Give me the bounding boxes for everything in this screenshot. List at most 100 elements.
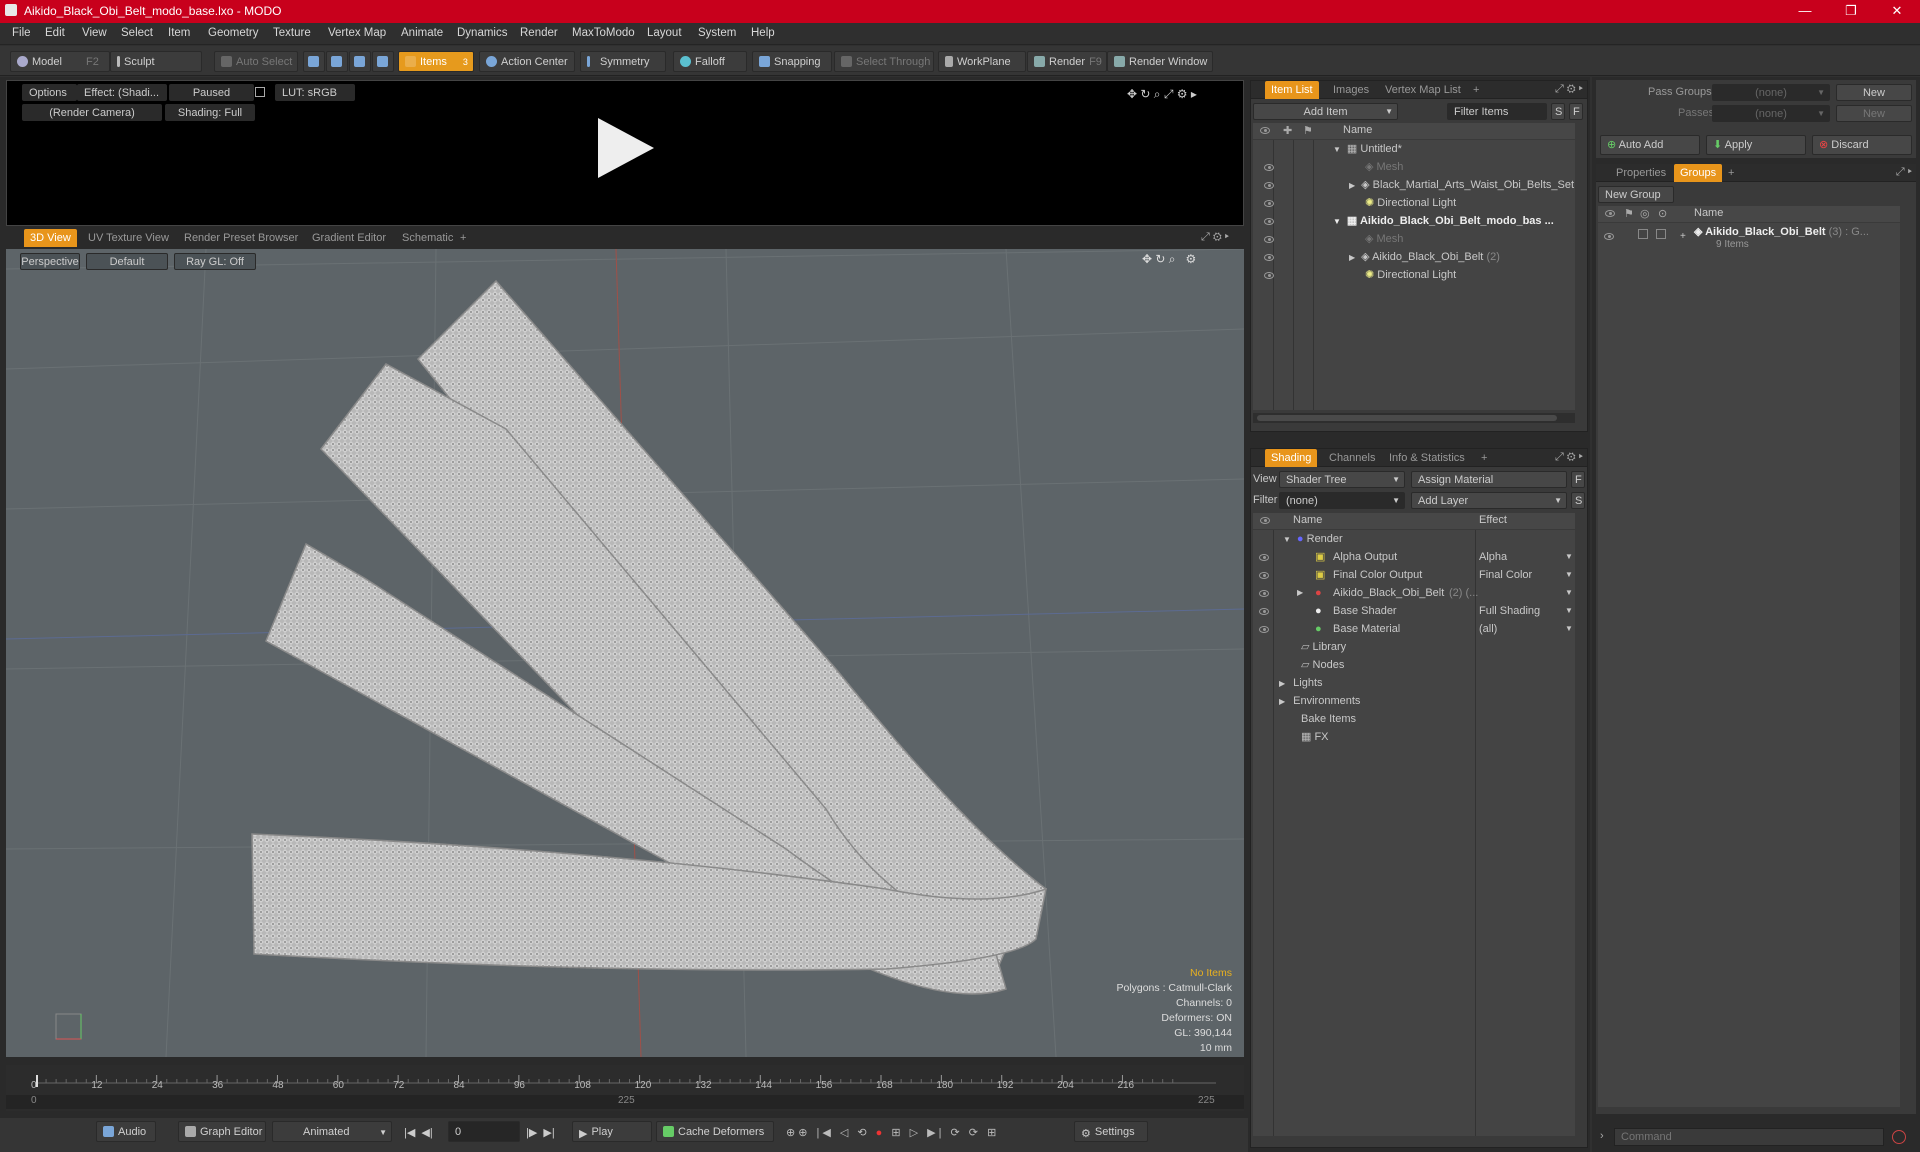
shader-row-aikido-belt[interactable]: ▶ ● Aikido_Black_Obi_Belt (2) (... ▼ bbox=[1253, 584, 1575, 602]
tree-row-untitled[interactable]: ▼ ▦ Untitled* bbox=[1333, 140, 1402, 158]
vertices-mode-button[interactable] bbox=[303, 51, 325, 72]
menu-dynamics[interactable]: Dynamics bbox=[457, 27, 507, 39]
graph-editor-button[interactable]: Graph Editor bbox=[178, 1121, 266, 1142]
menu-file[interactable]: File bbox=[12, 27, 31, 39]
menu-animate[interactable]: Animate bbox=[401, 27, 443, 39]
add-tab-button[interactable]: + bbox=[1722, 164, 1740, 182]
tree-row-directional-light[interactable]: ✺ Directional Light bbox=[1264, 194, 1456, 212]
edges-mode-button[interactable] bbox=[326, 51, 348, 72]
materials-mode-button[interactable] bbox=[372, 51, 394, 72]
shading-dropdown[interactable]: Shading: Full bbox=[165, 104, 255, 121]
preview-effect-dropdown[interactable]: Effect: (Shadi... bbox=[77, 84, 167, 101]
command-history-icon[interactable] bbox=[1892, 1130, 1906, 1144]
settings-button[interactable]: ⚙ Settings bbox=[1074, 1121, 1148, 1142]
menu-select[interactable]: Select bbox=[121, 27, 153, 39]
menu-layout[interactable]: Layout bbox=[647, 27, 682, 39]
tab-images[interactable]: Images bbox=[1327, 81, 1375, 99]
item-tree[interactable]: ▼ ▦ Untitled* ◈ Mesh ▶ ◈ Black_Martial_Art… bbox=[1253, 140, 1575, 410]
visibility-icon[interactable] bbox=[1259, 554, 1269, 561]
tree-row-mesh[interactable]: ◈ Mesh bbox=[1264, 158, 1403, 176]
next-key-icons[interactable]: |▶ ▶| bbox=[526, 1126, 555, 1139]
visibility-icon[interactable] bbox=[1604, 233, 1614, 240]
audio-button[interactable]: Audio bbox=[96, 1121, 156, 1142]
cache-deformers-button[interactable]: Cache Deformers bbox=[656, 1121, 774, 1142]
add-layer-s-button[interactable]: S bbox=[1571, 492, 1585, 509]
expand-icon[interactable]: + bbox=[1680, 231, 1686, 242]
visibility-icon[interactable] bbox=[1264, 236, 1274, 243]
frame-input[interactable]: 0 bbox=[448, 1121, 520, 1142]
auto-add-button[interactable]: ⊕ Auto Add bbox=[1600, 135, 1700, 155]
menu-system[interactable]: System bbox=[698, 27, 736, 39]
items-mode-button[interactable]: Items 3 bbox=[398, 51, 474, 72]
select-through-button[interactable]: Select Through bbox=[834, 51, 934, 72]
shading-style-dropdown[interactable]: Default bbox=[86, 253, 168, 270]
viewport-expand-icon[interactable]: ⤢ ⚙ ▸ bbox=[1201, 231, 1229, 244]
tab-channels[interactable]: Channels bbox=[1323, 449, 1381, 467]
3d-viewport[interactable]: Perspective Default Ray GL: Off ✥ ↻ ⌕ ⚙ … bbox=[6, 249, 1244, 1057]
sculpt-mode-button[interactable]: Sculpt bbox=[110, 51, 202, 72]
shading-filter-dropdown[interactable]: (none) ▼ bbox=[1279, 492, 1405, 509]
add-item-dropdown[interactable]: Add Item ▼ bbox=[1253, 103, 1398, 120]
timeline-range-bar[interactable]: 0 225 225 bbox=[6, 1095, 1244, 1109]
visibility-icon[interactable] bbox=[1259, 590, 1269, 597]
shader-row-final-color[interactable]: ▣ Final Color Output Final Color ▼ bbox=[1253, 566, 1575, 584]
shader-row-library[interactable]: ▱ Library bbox=[1301, 638, 1346, 656]
visibility-icon[interactable] bbox=[1259, 608, 1269, 615]
preview-paused-button[interactable]: Paused bbox=[169, 84, 254, 101]
shader-row-alpha-output[interactable]: ▣ Alpha Output Alpha ▼ bbox=[1253, 548, 1575, 566]
menu-view[interactable]: View bbox=[82, 27, 107, 39]
snapping-button[interactable]: Snapping bbox=[752, 51, 832, 72]
visibility-icon[interactable] bbox=[1264, 254, 1274, 261]
shader-row-nodes[interactable]: ▱ Nodes bbox=[1301, 656, 1344, 674]
tree-row-directional-light-2[interactable]: ✺ Directional Light bbox=[1264, 266, 1456, 284]
shader-row-environments[interactable]: ▶ Environments bbox=[1279, 692, 1360, 710]
workplane-button[interactable]: WorkPlane bbox=[938, 51, 1026, 72]
raygl-dropdown[interactable]: Ray GL: Off bbox=[174, 253, 256, 270]
panel-expand-icon[interactable]: ⤢ ⚙ ▸ bbox=[1555, 451, 1583, 464]
tab-groups[interactable]: Groups bbox=[1674, 164, 1723, 182]
discard-button[interactable]: ⊗ Discard bbox=[1812, 135, 1912, 155]
tab-gradient-editor[interactable]: Gradient Editor bbox=[306, 229, 392, 247]
camera-dropdown[interactable]: (Render Camera) bbox=[22, 104, 162, 121]
transport-icons[interactable]: ⊕⊕ |◀ ◁ ⟲ ● ⊞ ▷ ▶| ⟳ ⟳ ⊞ bbox=[786, 1126, 999, 1139]
render-button[interactable]: Render F9 bbox=[1027, 51, 1107, 72]
tab-3d-view[interactable]: 3D View bbox=[24, 229, 77, 247]
apply-button[interactable]: ⬇ Apply bbox=[1706, 135, 1806, 155]
shader-tree[interactable]: ▼ ● Render ▣ Alpha Output Alpha ▼ ▣ Final C… bbox=[1253, 530, 1575, 1136]
perspective-dropdown[interactable]: Perspective bbox=[20, 253, 80, 270]
polygons-mode-button[interactable] bbox=[349, 51, 371, 72]
preview-nav-icons[interactable]: ✥ ↻ ⌕ ⤢ ⚙ ▸ bbox=[1127, 87, 1197, 102]
menu-item[interactable]: Item bbox=[168, 27, 190, 39]
visibility-icon[interactable] bbox=[1264, 218, 1274, 225]
shader-tree-dropdown[interactable]: Shader Tree ▼ bbox=[1279, 471, 1405, 488]
shader-row-render[interactable]: ▼ ● Render bbox=[1283, 530, 1343, 548]
menu-texture[interactable]: Texture bbox=[273, 27, 311, 39]
viewport-nav-icons[interactable]: ✥ ↻ ⌕ ⚙ bbox=[1142, 252, 1196, 267]
add-layer-dropdown[interactable]: Add Layer ▼ bbox=[1411, 492, 1567, 509]
add-tab-button[interactable]: + bbox=[1467, 81, 1485, 99]
tab-properties[interactable]: Properties bbox=[1610, 164, 1672, 182]
maximize-button[interactable]: ❐ bbox=[1828, 0, 1874, 23]
panel-expand-icon[interactable]: ⤢ ⚙ ▸ bbox=[1555, 83, 1583, 96]
model-mode-button[interactable]: Model F2 bbox=[10, 51, 110, 72]
select-checkbox[interactable] bbox=[1656, 229, 1666, 239]
menu-render[interactable]: Render bbox=[520, 27, 558, 39]
lut-dropdown[interactable]: LUT: sRGB bbox=[275, 84, 355, 101]
tab-schematic[interactable]: Schematic bbox=[396, 229, 459, 247]
render-window-button[interactable]: Render Window bbox=[1107, 51, 1213, 72]
add-tab-button[interactable]: + bbox=[454, 229, 472, 247]
close-button[interactable]: ✕ bbox=[1874, 0, 1920, 23]
search-s-button[interactable]: S bbox=[1551, 103, 1565, 120]
new-pass-group-button[interactable]: New bbox=[1836, 84, 1912, 101]
auto-select-button[interactable]: Auto Select bbox=[214, 51, 298, 72]
shader-row-bake-items[interactable]: Bake Items bbox=[1301, 710, 1356, 728]
play-button[interactable]: ▶ Play bbox=[572, 1121, 652, 1142]
shader-row-lights[interactable]: ▶ Lights bbox=[1279, 674, 1323, 692]
add-tab-button[interactable]: + bbox=[1475, 449, 1493, 467]
falloff-button[interactable]: Falloff bbox=[673, 51, 747, 72]
visibility-icon[interactable] bbox=[1264, 200, 1274, 207]
symmetry-button[interactable]: Symmetry bbox=[580, 51, 666, 72]
action-center-button[interactable]: Action Center bbox=[479, 51, 575, 72]
item-list-scrollbar[interactable] bbox=[1253, 413, 1575, 423]
visibility-icon[interactable] bbox=[1259, 626, 1269, 633]
